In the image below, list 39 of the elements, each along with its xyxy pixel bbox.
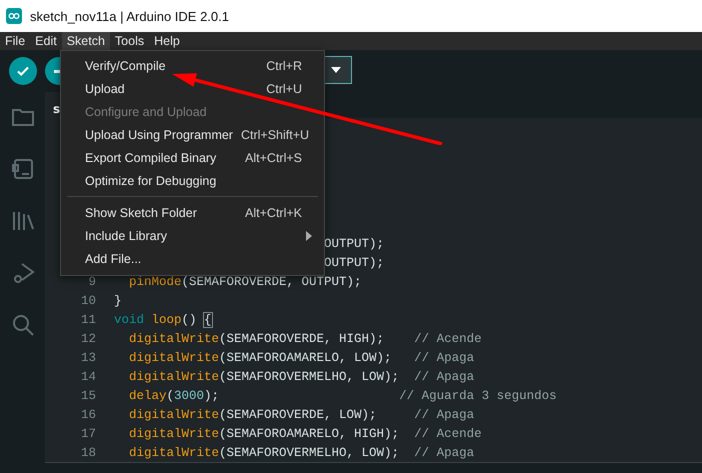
menu-entry[interactable]: Add File... <box>61 247 324 270</box>
line-number: 15 <box>80 388 97 403</box>
code-line: digitalWrite(SEMAFOROVERMELHO, LOW); // Apaga <box>128 446 474 460</box>
verify-button[interactable] <box>9 57 37 85</box>
menu-item[interactable]: File <box>0 32 30 50</box>
line-number: 17 <box>80 426 97 441</box>
menu-item[interactable]: Edit <box>30 32 62 50</box>
code-line: digitalWrite(SEMAFOROVERDE, LOW); // Apaga <box>128 408 474 422</box>
code-line: void loop() { <box>114 312 212 327</box>
menu-entry[interactable]: Show Sketch Folder Alt+Ctrl+K <box>61 201 324 224</box>
menu-entry[interactable]: Export Compiled Binary Alt+Ctrl+S <box>61 146 324 169</box>
line-number: 9 <box>87 274 97 289</box>
line-number: 11 <box>80 312 97 327</box>
line-number: 14 <box>80 370 97 384</box>
code-line: digitalWrite(SEMAFOROAMARELO, HIGH); // Acende <box>128 426 482 441</box>
window-title: sketch_nov11a | Arduino IDE 2.0.1 <box>30 8 229 24</box>
menu-item[interactable]: Tools <box>110 32 150 50</box>
board-icon[interactable] <box>10 156 36 182</box>
code-line: } <box>114 294 122 308</box>
menu-entry[interactable]: Include Library <box>61 224 324 247</box>
menu-entry[interactable]: Optimize for Debugging <box>61 169 324 192</box>
code-line: digitalWrite(SEMAFOROVERDE, HIGH); // Acende <box>128 332 482 346</box>
line-number: 18 <box>80 446 97 460</box>
code-line: delay(3000); // Aguarda 3 segundos <box>128 388 557 403</box>
caret-icon <box>331 67 341 73</box>
line-number: 13 <box>80 350 97 365</box>
code-line: pinMode(SEMAFOROVERDE, OUTPUT); <box>128 274 362 289</box>
menu-entry[interactable]: Upload Using Programmer Ctrl+Shift+U <box>61 123 324 146</box>
submenu-arrow-icon <box>306 230 312 240</box>
menu-item[interactable]: Sketch <box>62 32 110 50</box>
line-number: 16 <box>80 408 97 422</box>
line-number: 12 <box>80 332 97 346</box>
app-logo-icon <box>6 8 22 24</box>
menu-item[interactable]: Help <box>149 32 185 50</box>
line-number: 10 <box>80 294 97 308</box>
code-line: digitalWrite(SEMAFOROAMARELO, LOW); // Apaga <box>128 350 474 365</box>
code-line: OUTPUT); <box>324 256 384 270</box>
code-line: OUTPUT); <box>324 236 384 251</box>
code-line: digitalWrite(SEMAFOROVERMELHO, LOW); // Apaga <box>128 370 474 384</box>
